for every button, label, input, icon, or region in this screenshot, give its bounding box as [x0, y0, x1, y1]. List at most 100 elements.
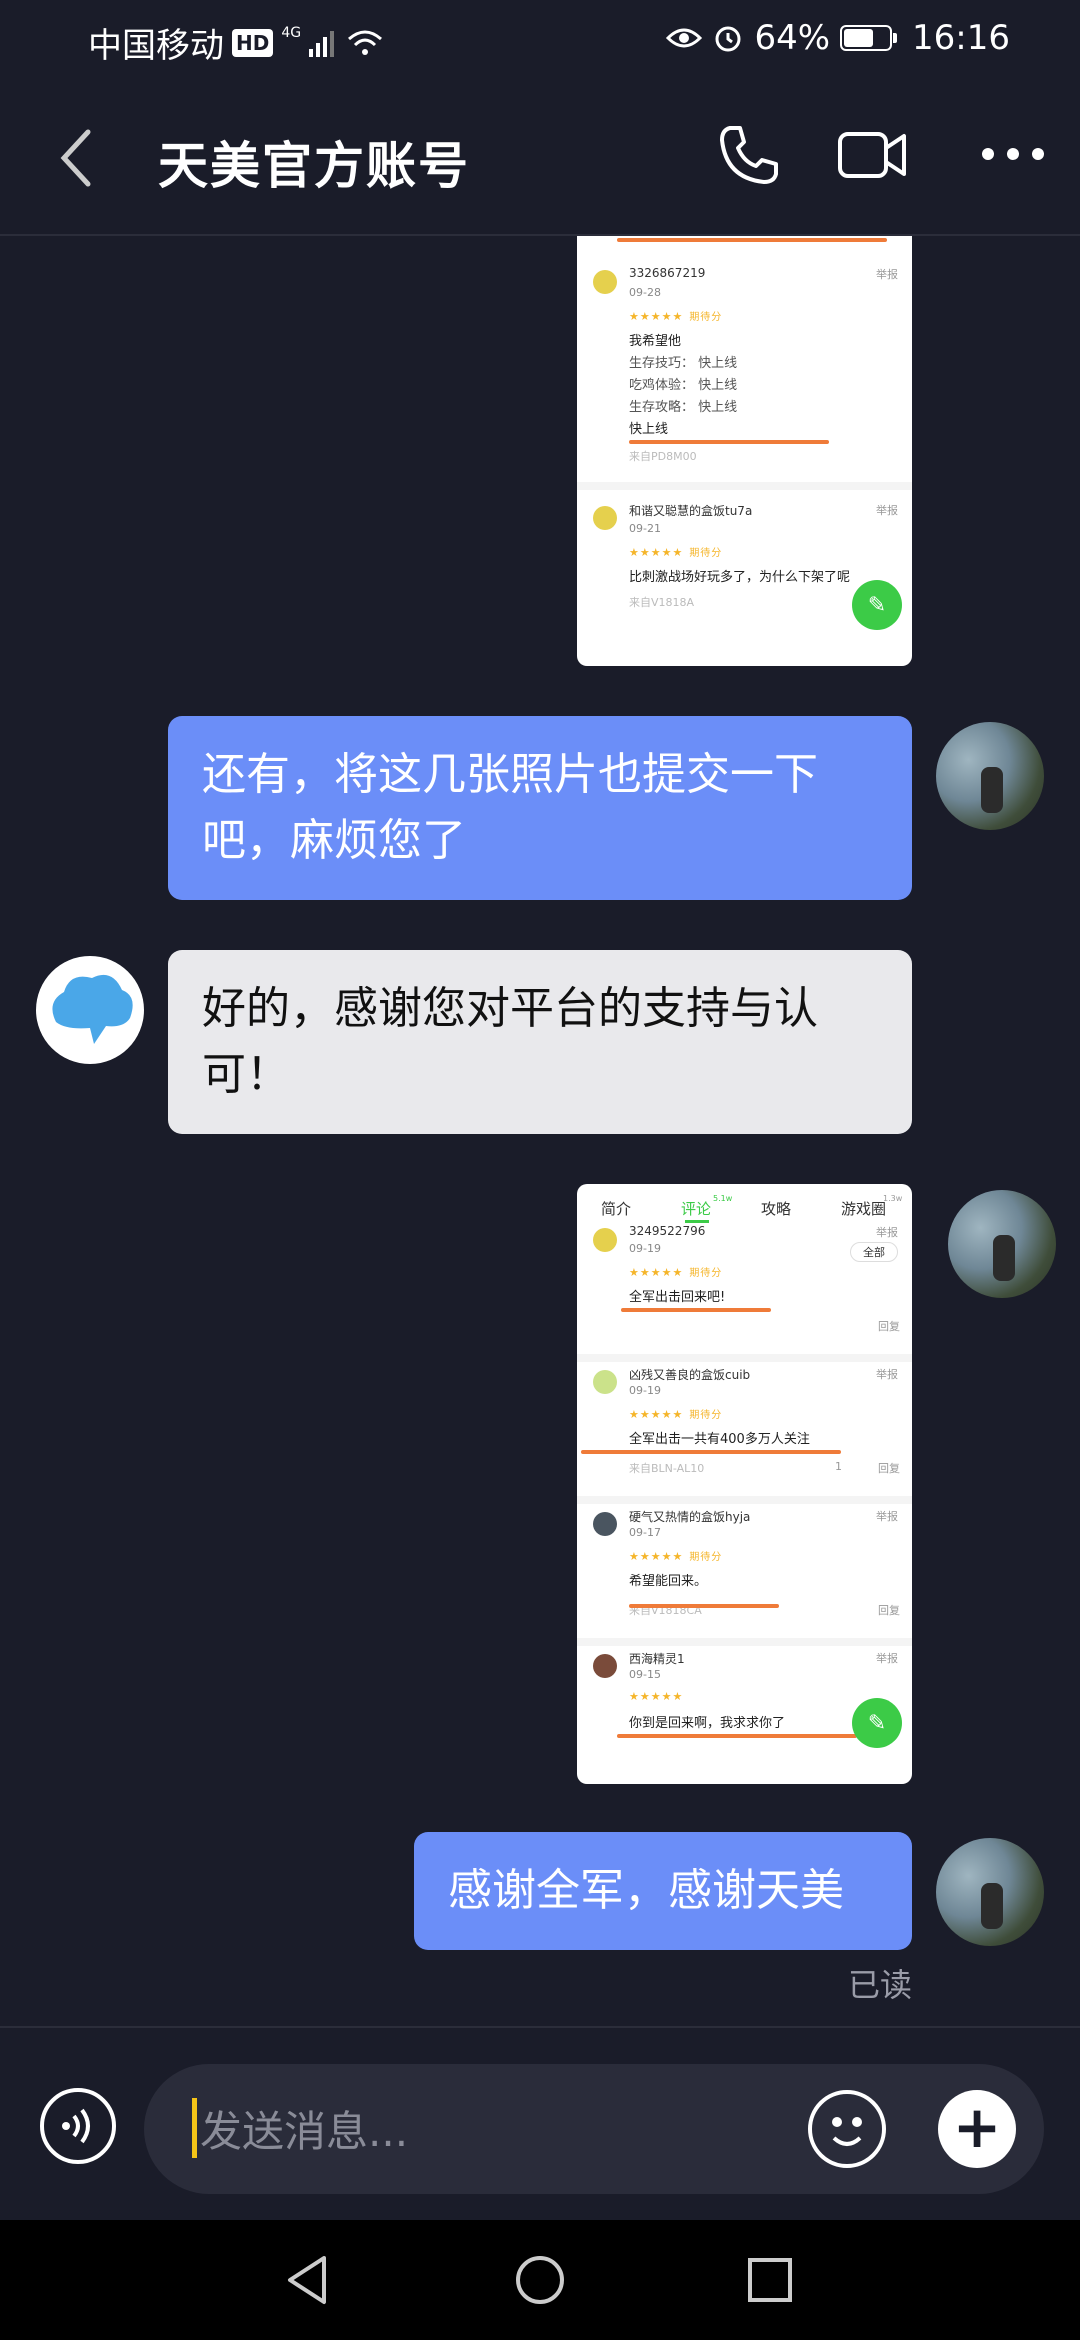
- report-link[interactable]: 举报: [876, 1508, 898, 1524]
- highlight-underline: [617, 238, 887, 242]
- review-item: 3326867219 09-28 举报 ★★★★★ 期待分 我希望他 生存技巧： …: [577, 258, 912, 468]
- review-text: 你到是回来啊，我求求你了: [629, 1716, 786, 1731]
- divider: [577, 482, 912, 490]
- more-dots-icon[interactable]: [978, 142, 1048, 166]
- my-avatar[interactable]: [936, 1838, 1044, 1946]
- video-camera-icon[interactable]: [836, 122, 908, 188]
- chevron-left-icon[interactable]: [56, 126, 96, 190]
- reply-link[interactable]: 回复: [878, 1602, 900, 1618]
- rating-stars: ★★★★★ 期待分: [629, 310, 723, 323]
- chat-header: 天美官方账号: [0, 80, 1080, 236]
- edit-fab-icon: ✎: [852, 580, 902, 630]
- input-placeholder: 发送消息...: [200, 2107, 409, 2156]
- review-text: 希望能回来。: [629, 1574, 708, 1589]
- review-text: 吃鸡体验： 快上线: [629, 378, 738, 393]
- review-source: 来自PD8M00: [629, 450, 697, 463]
- review-username: 和谐又聪慧的盒饭tu7a: [629, 504, 753, 518]
- official-avatar[interactable]: [36, 956, 144, 1064]
- my-avatar[interactable]: [936, 722, 1044, 830]
- battery-percent: 64%: [754, 18, 831, 58]
- review-text: 全军出击回来吧!: [629, 1290, 726, 1305]
- highlight-underline: [581, 1450, 841, 1454]
- tab-intro: 简介: [601, 1200, 632, 1218]
- review-username: 凶残又善良的盒饭cuib: [629, 1368, 751, 1382]
- tab-guides: 攻略: [761, 1200, 792, 1218]
- highlight-underline: [617, 1734, 857, 1738]
- review-date: 09-19: [629, 1384, 661, 1397]
- avatar: [593, 506, 617, 530]
- review-username: 西海精灵1: [629, 1652, 685, 1666]
- edit-fab-icon: ✎: [852, 1698, 902, 1748]
- review-date: 09-28: [629, 286, 661, 299]
- divider: [577, 1496, 912, 1504]
- phone-icon[interactable]: [716, 122, 782, 188]
- tab-reviews: 评论: [681, 1200, 712, 1218]
- highlight-underline: [621, 1308, 771, 1312]
- tab-badge: 1.3w: [883, 1194, 903, 1203]
- signal-icon: [309, 30, 335, 57]
- my-message-bubble[interactable]: 还有，将这几张照片也提交一下吧，麻烦您了: [168, 716, 912, 900]
- rating-stars: ★★★★★ 期待分: [629, 1266, 723, 1279]
- review-item: 3249522796 09-19 举报 ★★★★★ 期待分 全军出击回来吧! 回复: [577, 1224, 912, 1344]
- review-text: 我希望他: [629, 334, 682, 349]
- review-date: 09-15: [629, 1668, 661, 1681]
- review-source: 来自BLN-AL10: [629, 1462, 705, 1475]
- divider: [577, 1354, 912, 1362]
- review-item: 和谐又聪慧的盒饭tu7a 09-21 举报 ★★★★★ 期待分 比刺激战场好玩多了…: [577, 494, 912, 654]
- nav-home-icon[interactable]: [514, 2254, 566, 2306]
- rating-stars: ★★★★★: [629, 1690, 684, 1703]
- like-count: 1: [835, 1460, 842, 1473]
- avatar: [593, 1654, 617, 1678]
- cloud-logo-icon: [52, 974, 133, 1044]
- nav-back-icon[interactable]: [284, 2254, 332, 2306]
- divider: [577, 1638, 912, 1646]
- wifi-icon: [348, 30, 383, 55]
- reply-link[interactable]: 回复: [878, 1318, 900, 1334]
- battery-icon: [840, 25, 898, 51]
- review-text: 快上线: [629, 422, 669, 437]
- voice-icon[interactable]: [40, 2088, 116, 2164]
- report-link[interactable]: 举报: [876, 502, 898, 518]
- image-message[interactable]: 3326867219 09-28 举报 ★★★★★ 期待分 我希望他 生存技巧： …: [577, 236, 912, 666]
- my-message-bubble[interactable]: 感谢全军，感谢天美: [414, 1832, 912, 1950]
- chat-title: 天美官方账号: [158, 137, 470, 195]
- rating-stars: ★★★★★ 期待分: [629, 546, 723, 559]
- rating-stars: ★★★★★ 期待分: [629, 1408, 723, 1421]
- report-link[interactable]: 举报: [876, 266, 898, 282]
- clock: 16:16: [912, 18, 1010, 58]
- review-source: 来自V1818A: [629, 596, 695, 609]
- rating-stars: ★★★★★ 期待分: [629, 1550, 723, 1563]
- hd-badge: HD: [232, 28, 274, 57]
- image-message[interactable]: 简介 评论 5.1w 攻略 游戏圈 1.3w 全部 3249522796 09-…: [577, 1184, 912, 1784]
- review-item: 凶残又善良的盒饭cuib 09-19 举报 ★★★★★ 期待分 全军出击一共有40…: [577, 1366, 912, 1496]
- status-bar: 中国移动 HD 4G 64% 16:16: [0, 0, 1080, 80]
- carrier-label: 中国移动: [88, 26, 224, 66]
- tab-community: 游戏圈: [841, 1200, 887, 1218]
- review-text: 生存攻略： 快上线: [629, 400, 738, 415]
- text-cursor: [192, 2098, 197, 2158]
- reply-link[interactable]: 回复: [878, 1460, 900, 1476]
- message-input-bar: 发送消息... +: [0, 2026, 1080, 2220]
- report-link[interactable]: 举报: [876, 1224, 898, 1240]
- tab-indicator: [685, 1220, 709, 1223]
- nav-recents-icon[interactable]: [746, 2256, 794, 2304]
- review-date: 09-21: [629, 522, 661, 535]
- review-username: 3249522796: [629, 1224, 706, 1238]
- review-date: 09-17: [629, 1526, 661, 1539]
- their-message-bubble[interactable]: 好的，感谢您对平台的支持与认可！: [168, 950, 912, 1134]
- review-text: 全军出击一共有400多万人关注: [629, 1432, 810, 1447]
- review-text: 比刺激战场好玩多了，为什么下架了呢: [629, 570, 851, 585]
- my-avatar[interactable]: [948, 1190, 1056, 1298]
- review-tabs: 简介 评论 5.1w 攻略 游戏圈 1.3w: [577, 1184, 912, 1226]
- report-link[interactable]: 举报: [876, 1366, 898, 1382]
- emoji-icon[interactable]: [808, 2090, 886, 2168]
- message-input[interactable]: 发送消息... +: [144, 2064, 1044, 2194]
- plus-icon[interactable]: +: [938, 2090, 1016, 2168]
- report-link[interactable]: 举报: [876, 1650, 898, 1666]
- review-username: 硬气又热情的盒饭hyja: [629, 1510, 751, 1524]
- eye-icon: [666, 28, 703, 48]
- alarm-icon: [715, 26, 741, 52]
- review-item: 硬气又热情的盒饭hyja 09-17 举报 ★★★★★ 期待分 希望能回来。 来自…: [577, 1508, 912, 1638]
- review-username: 3326867219: [629, 266, 706, 280]
- review-text: 生存技巧： 快上线: [629, 356, 738, 371]
